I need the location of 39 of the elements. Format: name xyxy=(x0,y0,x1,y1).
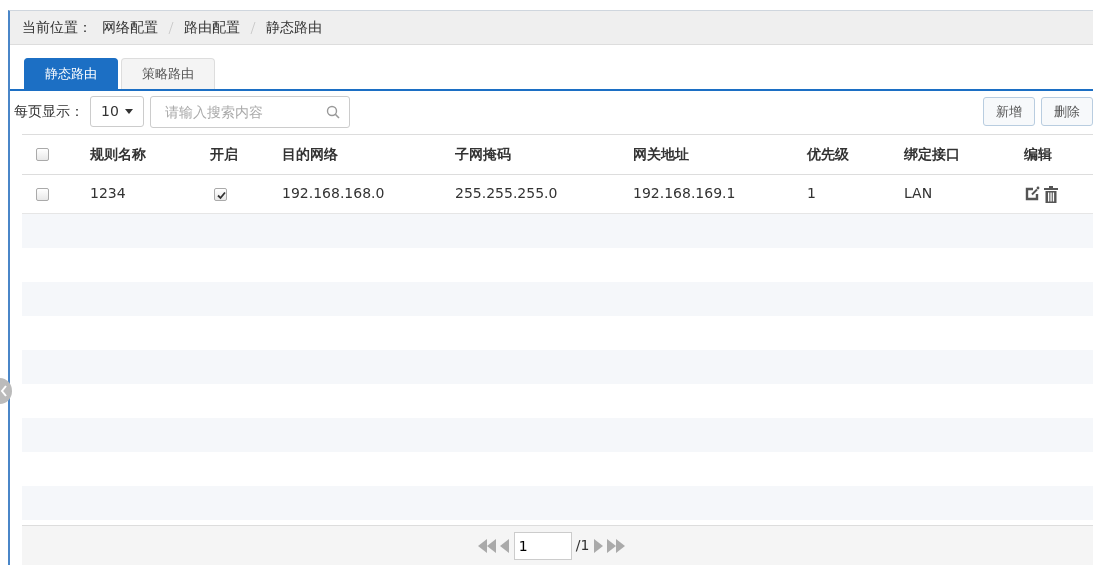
previous-page-icon[interactable] xyxy=(499,538,510,553)
page-size-label: 每页显示： xyxy=(14,102,84,121)
first-page-icon[interactable] xyxy=(477,538,496,553)
table-cell: 1234 xyxy=(90,185,126,201)
column-header: 子网掩码 xyxy=(455,145,511,162)
search-icon xyxy=(325,104,340,119)
edit-icon[interactable] xyxy=(1024,186,1040,202)
tab[interactable]: 静态路由 xyxy=(24,58,118,89)
breadcrumb-item[interactable]: 静态路由 xyxy=(266,17,322,38)
column-header: 网关地址 xyxy=(633,145,689,162)
page-total: /1 xyxy=(575,536,590,555)
column-header: 规则名称 xyxy=(90,145,146,162)
breadcrumb-label: 当前位置： xyxy=(22,18,92,37)
breadcrumb-item[interactable]: 路由配置 xyxy=(184,17,240,38)
next-page-icon[interactable] xyxy=(593,538,604,553)
column-header: 编辑 xyxy=(1024,145,1052,162)
row-checkbox[interactable] xyxy=(36,187,49,201)
enabled-checkbox[interactable] xyxy=(214,187,227,201)
collapse-handle-icon[interactable] xyxy=(0,378,12,404)
breadcrumb-item[interactable]: 网络配置 xyxy=(102,17,158,38)
tab[interactable]: 策略路由 xyxy=(121,58,215,89)
column-header: 开启 xyxy=(210,145,238,162)
table-cell: 255.255.255.0 xyxy=(455,185,558,201)
toolbar-button[interactable]: 删除 xyxy=(1041,96,1093,127)
table-cell: LAN xyxy=(904,185,933,201)
table-cell: 192.168.168.0 xyxy=(282,185,385,201)
column-header: 绑定接口 xyxy=(904,145,960,162)
column-header: 目的网络 xyxy=(282,145,338,162)
toolbar-button[interactable]: 新增 xyxy=(983,96,1035,127)
page-size-dropdown[interactable]: 10 xyxy=(90,96,144,127)
table-cell: 1 xyxy=(807,185,816,201)
trash-icon[interactable] xyxy=(1044,185,1058,203)
search-field[interactable]: 请输入搜索内容 xyxy=(149,95,350,128)
table-cell: 192.168.169.1 xyxy=(633,185,736,201)
column-header: 优先级 xyxy=(807,145,849,162)
select-all-checkbox[interactable] xyxy=(36,148,49,161)
caret-icon xyxy=(124,109,133,114)
last-page-icon[interactable] xyxy=(607,538,626,553)
page-input[interactable]: 1 xyxy=(513,531,572,560)
